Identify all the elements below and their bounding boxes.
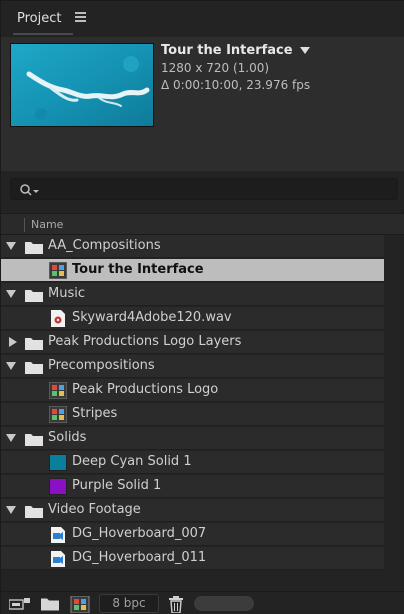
item-label: Tour the Interface	[72, 262, 204, 277]
item-label: DG_Hoverboard_007	[72, 526, 207, 541]
bit-depth-button[interactable]: 8 bpc	[99, 594, 159, 613]
folder-label: Video Footage	[48, 502, 141, 517]
folder-icon	[25, 362, 43, 374]
item-label: Deep Cyan Solid 1	[72, 454, 192, 469]
search-area	[1, 171, 404, 211]
list-item-footage-dg-hoverboard-007[interactable]: DG_Hoverboard_007	[1, 523, 384, 546]
folder-icon	[25, 338, 43, 350]
solid-color-swatch-icon	[49, 454, 67, 471]
list-item-solid-deep-cyan[interactable]: Deep Cyan Solid 1	[1, 451, 384, 474]
composition-icon	[49, 382, 67, 399]
panel-title[interactable]: Project	[17, 11, 61, 26]
folder-icon	[25, 242, 43, 254]
list-item-folder-solids[interactable]: Solids	[1, 427, 384, 450]
new-composition-icon[interactable]	[70, 596, 90, 613]
thumbnail-size-slider[interactable]	[194, 596, 254, 611]
list-item-solid-purple[interactable]: Purple Solid 1	[1, 475, 384, 498]
list-item-folder-music[interactable]: Music	[1, 283, 384, 306]
composition-thumbnail	[10, 43, 154, 127]
folder-label: Peak Productions Logo Layers	[48, 334, 242, 349]
composition-icon	[49, 406, 67, 423]
expand-triangle-icon[interactable]	[6, 290, 16, 298]
video-file-icon	[51, 527, 65, 543]
composition-info: Tour the Interface 1280 x 720 (1.00) Δ 0…	[161, 43, 310, 92]
item-label: Skyward4Adobe120.wav	[72, 310, 232, 325]
comp-name: Tour the Interface	[161, 43, 293, 58]
panel-footer: 8 bpc	[1, 591, 404, 614]
list-item-comp-tour-the-interface[interactable]: Tour the Interface	[1, 259, 384, 282]
expand-triangle-icon[interactable]	[6, 242, 16, 250]
folder-label: Precompositions	[48, 358, 155, 373]
comp-name-dropdown[interactable]: Tour the Interface	[161, 43, 310, 58]
comp-duration-fps: Δ 0:00:10:00, 23.976 fps	[161, 78, 311, 92]
folder-icon	[25, 506, 43, 518]
folder-label: AA_Compositions	[48, 238, 161, 253]
active-tab-indicator	[13, 33, 73, 35]
project-item-list: AA_Compositions Tour the Interface Music	[1, 235, 404, 591]
trash-icon[interactable]	[168, 596, 184, 613]
folder-icon	[25, 434, 43, 446]
new-folder-icon[interactable]	[41, 596, 59, 611]
preview-area: Tour the Interface 1280 x 720 (1.00) Δ 0…	[1, 37, 404, 171]
search-icon	[20, 184, 39, 196]
video-file-icon	[51, 551, 65, 567]
collapse-triangle-icon[interactable]	[9, 337, 17, 347]
expand-triangle-icon[interactable]	[6, 506, 16, 514]
audio-file-icon	[51, 310, 65, 327]
list-item-folder-peak-productions-logo-layers[interactable]: Peak Productions Logo Layers	[1, 331, 384, 354]
panel-header: Project	[1, 1, 404, 37]
search-input[interactable]	[10, 178, 398, 200]
expand-triangle-icon[interactable]	[6, 362, 16, 370]
list-item-comp-stripes[interactable]: Stripes	[1, 403, 384, 426]
interpret-footage-icon[interactable]	[9, 596, 31, 612]
item-label: Stripes	[72, 406, 118, 421]
list-item-folder-aa-compositions[interactable]: AA_Compositions	[1, 235, 384, 258]
hamburger-icon[interactable]	[75, 12, 86, 22]
list-item-comp-peak-productions-logo[interactable]: Peak Productions Logo	[1, 379, 384, 402]
folder-label: Solids	[48, 430, 87, 445]
dropdown-arrow-icon[interactable]	[299, 47, 310, 54]
expand-triangle-icon[interactable]	[6, 434, 16, 442]
list-item-folder-precompositions[interactable]: Precompositions	[1, 355, 384, 378]
list-item-audio-skyward[interactable]: Skyward4Adobe120.wav	[1, 307, 384, 330]
item-label: Purple Solid 1	[72, 478, 162, 493]
folder-label: Music	[48, 286, 85, 301]
item-label: DG_Hoverboard_011	[72, 550, 207, 565]
folder-icon	[25, 290, 43, 302]
column-header: Name	[1, 213, 404, 235]
list-item-footage-dg-hoverboard-011[interactable]: DG_Hoverboard_011	[1, 547, 384, 570]
comp-resolution: 1280 x 720 (1.00)	[161, 61, 270, 75]
solid-color-swatch-icon	[49, 478, 67, 495]
composition-icon	[49, 262, 67, 279]
column-name-header[interactable]: Name	[31, 218, 63, 231]
list-item-folder-video-footage[interactable]: Video Footage	[1, 499, 384, 522]
project-panel: Project Tour the Interface 1280 x 720 (1…	[0, 0, 404, 614]
item-label: Peak Productions Logo	[72, 382, 219, 397]
column-separator	[24, 218, 25, 232]
